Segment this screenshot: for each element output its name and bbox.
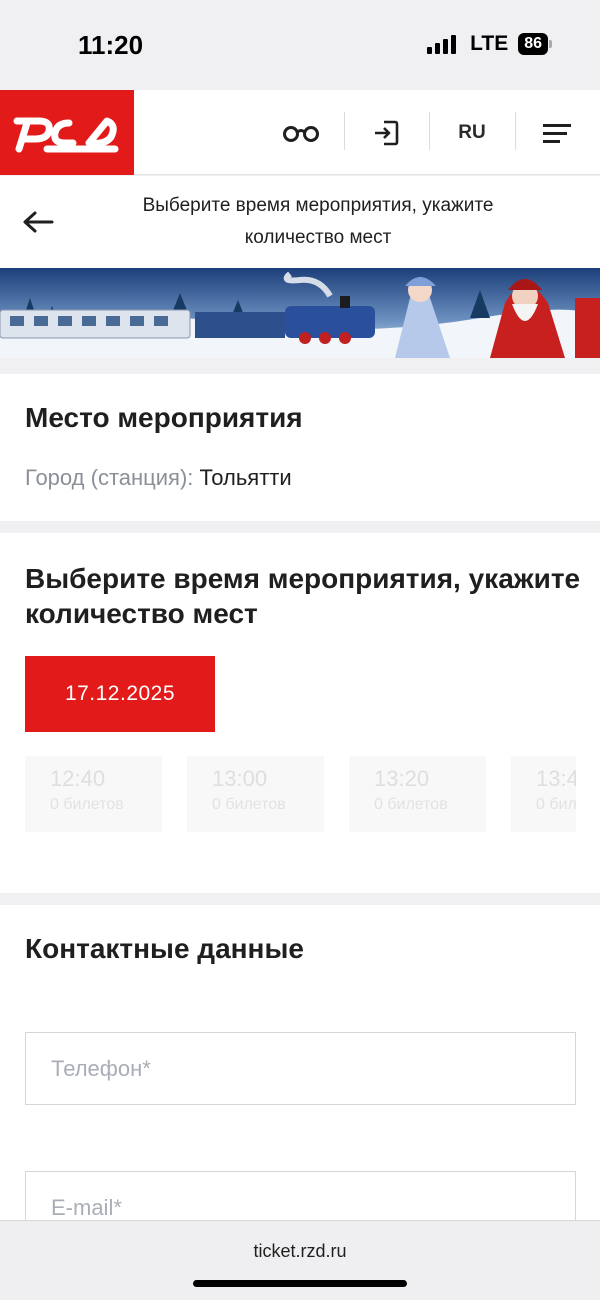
status-time: 11:20 — [78, 30, 144, 60]
status-bar: 11:20 LTE 86 — [0, 0, 600, 90]
slot-tickets: 0 бил — [536, 796, 576, 813]
date-button-selected[interactable]: 17.12.2025 — [25, 656, 215, 732]
time-slot[interactable]: 13:20 0 билетов — [349, 756, 486, 832]
schedule-heading: Выберите время мероприятия, укажите коли… — [25, 563, 581, 629]
slot-time: 13:20 — [374, 766, 430, 791]
back-button[interactable] — [20, 204, 56, 240]
language-label: RU — [458, 121, 486, 143]
login-button[interactable] — [362, 90, 410, 175]
slot-tickets: 0 билетов — [50, 796, 124, 813]
site-header: RU — [0, 90, 600, 175]
rzd-logo-icon — [13, 117, 119, 152]
venue-section: Место мероприятия Город (станция): Толья… — [0, 374, 600, 521]
city-label: Город (станция): — [25, 465, 194, 490]
page-title: Выберите время мероприятия, укажите коли… — [142, 195, 494, 248]
slot-tickets: 0 билетов — [212, 796, 286, 813]
browser-address-bar: ticket.rzd.ru — [0, 1220, 600, 1300]
url-label[interactable]: ticket.rzd.ru — [0, 1241, 600, 1262]
hamburger-menu-icon — [543, 123, 571, 143]
menu-button[interactable] — [537, 90, 577, 175]
signal-icon — [427, 34, 457, 54]
contact-section: Контактные данные Телефон* E-mail* — [0, 905, 600, 1244]
event-banner — [0, 268, 600, 358]
city-value: Тольятти — [199, 465, 292, 490]
contact-heading: Контактные данные — [25, 933, 304, 964]
accessibility-button[interactable] — [275, 90, 327, 175]
time-slot[interactable]: 13:4 0 бил — [511, 756, 576, 832]
battery-level: 86 — [518, 33, 548, 55]
venue-heading: Место мероприятия — [25, 402, 303, 433]
rzd-logo[interactable] — [0, 90, 134, 175]
status-indicators: LTE 86 — [427, 32, 552, 56]
time-slot[interactable]: 13:00 0 билетов — [187, 756, 324, 832]
page-title-bar: Выберите время мероприятия, укажите коли… — [0, 176, 600, 268]
slot-time: 12:40 — [50, 766, 106, 791]
arrow-left-icon — [23, 211, 54, 233]
banner-image — [0, 268, 600, 358]
time-slots: 12:40 0 билетов 13:00 0 билетов 13:20 0 … — [25, 756, 576, 832]
city-row: Город (станция): Тольятти — [25, 465, 292, 491]
slot-time: 13:4 — [536, 766, 576, 791]
schedule-section: Выберите время мероприятия, укажите коли… — [0, 533, 600, 893]
glasses-icon — [283, 125, 319, 142]
home-indicator[interactable] — [193, 1280, 407, 1287]
language-button[interactable]: RU — [447, 90, 497, 175]
slot-time: 13:00 — [212, 766, 268, 791]
login-icon — [375, 120, 399, 145]
phone-field[interactable]: Телефон* — [25, 1032, 576, 1105]
time-slot[interactable]: 12:40 0 билетов — [25, 756, 162, 832]
network-label: LTE — [470, 32, 509, 55]
battery-icon: 86 — [518, 33, 552, 55]
slot-tickets: 0 билетов — [374, 796, 448, 813]
